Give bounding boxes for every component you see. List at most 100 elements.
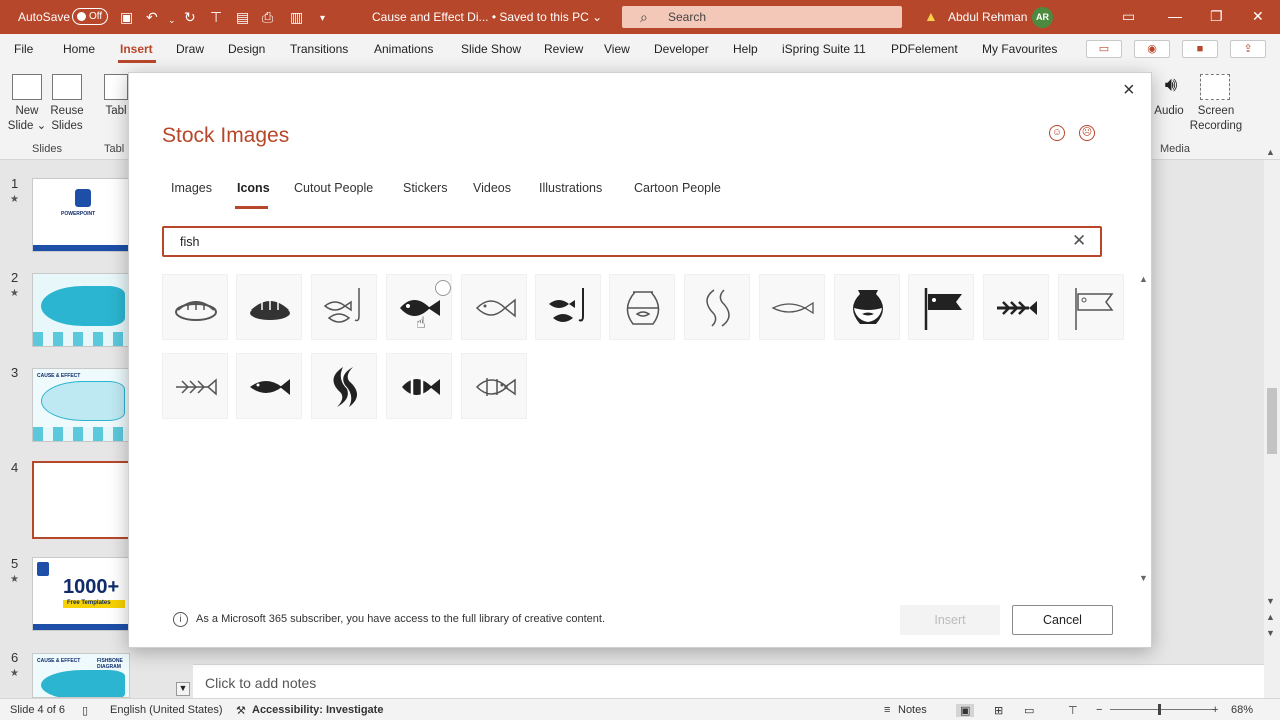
vertical-scrollbar[interactable]: ▲ ▼ ▲ ▼ xyxy=(1264,147,1280,698)
menu-draw[interactable]: Draw xyxy=(176,42,204,56)
zoom-slider[interactable] xyxy=(1110,709,1214,710)
print-icon[interactable]: ⎙ xyxy=(262,9,273,25)
zoom-out-icon[interactable]: − xyxy=(1096,704,1102,716)
screen-recording-button[interactable]: Screen Recording xyxy=(1186,104,1246,134)
menu-animations[interactable]: Animations xyxy=(374,42,433,56)
comments-icon[interactable]: ▭ xyxy=(1086,40,1122,58)
fish-outline-icon[interactable] xyxy=(461,274,527,340)
koi-outline-icon[interactable] xyxy=(684,274,750,340)
undo-icon[interactable]: ↶ xyxy=(146,9,158,25)
zoom-level[interactable]: 68% xyxy=(1231,704,1253,716)
menu-pdfelement[interactable]: PDFelement xyxy=(891,42,958,56)
sushi-filled-icon[interactable] xyxy=(236,274,302,340)
fish-thin-outline-icon[interactable] xyxy=(759,274,825,340)
menu-insert[interactable]: Insert xyxy=(120,42,153,56)
warning-icon[interactable]: ▲ xyxy=(924,8,938,24)
pdf-icon[interactable]: ▥ xyxy=(290,9,303,25)
clownfish-filled-icon[interactable] xyxy=(386,353,452,419)
menu-design[interactable]: Design xyxy=(228,42,265,56)
fishbowl-filled-icon[interactable] xyxy=(834,274,900,340)
picture-icon[interactable]: ▤ xyxy=(236,9,249,25)
menu-help[interactable]: Help xyxy=(733,42,758,56)
menu-my-favourites[interactable]: My Favourites xyxy=(982,42,1057,56)
next-slide-icon[interactable]: ▼ xyxy=(1266,628,1275,638)
clear-search-icon[interactable]: ✕ xyxy=(1072,231,1086,251)
notes-button[interactable]: Notes xyxy=(898,704,927,716)
notes-pane[interactable]: Click to add notes xyxy=(193,664,1264,698)
koi-pair-filled-icon[interactable] xyxy=(311,353,377,419)
accessibility-status[interactable]: Accessibility: Investigate xyxy=(252,704,383,716)
table-icon[interactable] xyxy=(104,74,128,100)
table-button[interactable]: Tabl xyxy=(104,104,128,119)
tab-videos[interactable]: Videos xyxy=(473,181,511,195)
zoom-in-icon[interactable]: + xyxy=(1212,704,1218,716)
scrollbar-thumb[interactable] xyxy=(1267,388,1277,454)
icon-search-field[interactable]: ✕ xyxy=(162,226,1102,257)
search-box[interactable]: ⌕ Search xyxy=(622,6,902,28)
normal-view-icon[interactable]: ▣ xyxy=(956,704,975,717)
fishbone-filled-icon[interactable] xyxy=(983,274,1049,340)
new-slide-button[interactable]: New Slide ⌄ xyxy=(6,104,48,134)
menu-review[interactable]: Review xyxy=(544,42,583,56)
koinobori-filled-icon[interactable] xyxy=(908,274,974,340)
menu-transitions[interactable]: Transitions xyxy=(290,42,348,56)
frown-feedback-icon[interactable]: ☹ xyxy=(1079,125,1095,141)
fish-solid-icon[interactable] xyxy=(236,353,302,419)
spelling-icon[interactable]: ▯ xyxy=(82,704,88,717)
grid-scroll-up-icon[interactable]: ▲ xyxy=(1139,274,1148,284)
ribbon-display-icon[interactable]: ▭ xyxy=(1122,8,1135,25)
smile-feedback-icon[interactable]: ☺ xyxy=(1049,125,1065,141)
menu-home[interactable]: Home xyxy=(63,42,95,56)
tab-icons[interactable]: Icons xyxy=(237,181,270,195)
autosave-toggle[interactable]: Off xyxy=(72,8,108,25)
sushi-outline-icon[interactable] xyxy=(162,274,228,340)
slide-sorter-icon[interactable]: ⊞ xyxy=(994,704,1003,717)
present-icon[interactable]: ⊤ xyxy=(210,9,222,25)
tab-stickers[interactable]: Stickers xyxy=(403,181,447,195)
previous-slide-icon[interactable]: ▲ xyxy=(1266,612,1275,622)
language-status[interactable]: English (United States) xyxy=(110,704,223,716)
restore-icon[interactable]: ❐ xyxy=(1210,8,1223,25)
slide-thumbnail-5[interactable]: 1000+ Free Templates xyxy=(32,557,130,631)
screen-recording-icon[interactable] xyxy=(1200,74,1230,100)
reading-view-icon[interactable]: ▭ xyxy=(1024,704,1034,717)
menu-view[interactable]: View xyxy=(604,42,630,56)
undo-dropdown-icon[interactable]: ⌄ xyxy=(168,12,176,28)
fishbowl-outline-icon[interactable] xyxy=(609,274,675,340)
slide-thumbnail-4[interactable] xyxy=(32,461,130,539)
close-window-icon[interactable]: ✕ xyxy=(1252,8,1264,25)
teams-icon[interactable]: ■ xyxy=(1182,40,1218,58)
menu-ispring[interactable]: iSpring Suite 11 xyxy=(782,42,866,56)
document-title[interactable]: Cause and Effect Di... • Saved to this P… xyxy=(372,10,602,24)
minimize-icon[interactable]: — xyxy=(1168,8,1182,24)
insert-button[interactable]: Insert xyxy=(900,605,1000,635)
icon-search-input[interactable] xyxy=(180,232,1060,252)
audio-icon[interactable]: 🔊︎ xyxy=(1156,74,1186,100)
reuse-slides-icon[interactable] xyxy=(52,74,82,100)
grid-scroll-down-icon[interactable]: ▼ xyxy=(1139,573,1148,583)
scroll-up-icon[interactable]: ▲ xyxy=(1266,147,1275,157)
avatar[interactable]: AR xyxy=(1032,7,1053,28)
clownfish-outline-icon[interactable] xyxy=(461,353,527,419)
slide-thumbnail-1[interactable]: POWERPOINT xyxy=(32,178,130,252)
tab-cartoon-people[interactable]: Cartoon People xyxy=(634,181,721,195)
reuse-slides-button[interactable]: Reuse Slides xyxy=(46,104,88,134)
slide-show-icon[interactable]: ⊤ xyxy=(1068,704,1078,717)
redo-icon[interactable]: ↻ xyxy=(184,9,196,25)
user-name[interactable]: Abdul Rehman xyxy=(948,10,1027,24)
zoom-slider-thumb[interactable] xyxy=(1158,704,1161,715)
menu-file[interactable]: File xyxy=(14,42,33,56)
scroll-down-icon[interactable]: ▼ xyxy=(1266,596,1275,606)
slide-thumbnail-3[interactable]: CAUSE & EFFECT xyxy=(32,368,130,442)
save-icon[interactable]: ▣ xyxy=(120,9,133,25)
menu-slide-show[interactable]: Slide Show xyxy=(461,42,521,56)
new-slide-icon[interactable] xyxy=(12,74,42,100)
customize-qat-icon[interactable]: ▾ xyxy=(320,11,325,27)
cancel-button[interactable]: Cancel xyxy=(1012,605,1113,635)
slide-thumbnail-2[interactable] xyxy=(32,273,130,347)
thumbnail-scroll-down-icon[interactable]: ▼ xyxy=(176,682,190,696)
menu-developer[interactable]: Developer xyxy=(654,42,709,56)
tab-images[interactable]: Images xyxy=(171,181,212,195)
fish-hook-outline-icon[interactable] xyxy=(311,274,377,340)
record-icon[interactable]: ◉ xyxy=(1134,40,1170,58)
